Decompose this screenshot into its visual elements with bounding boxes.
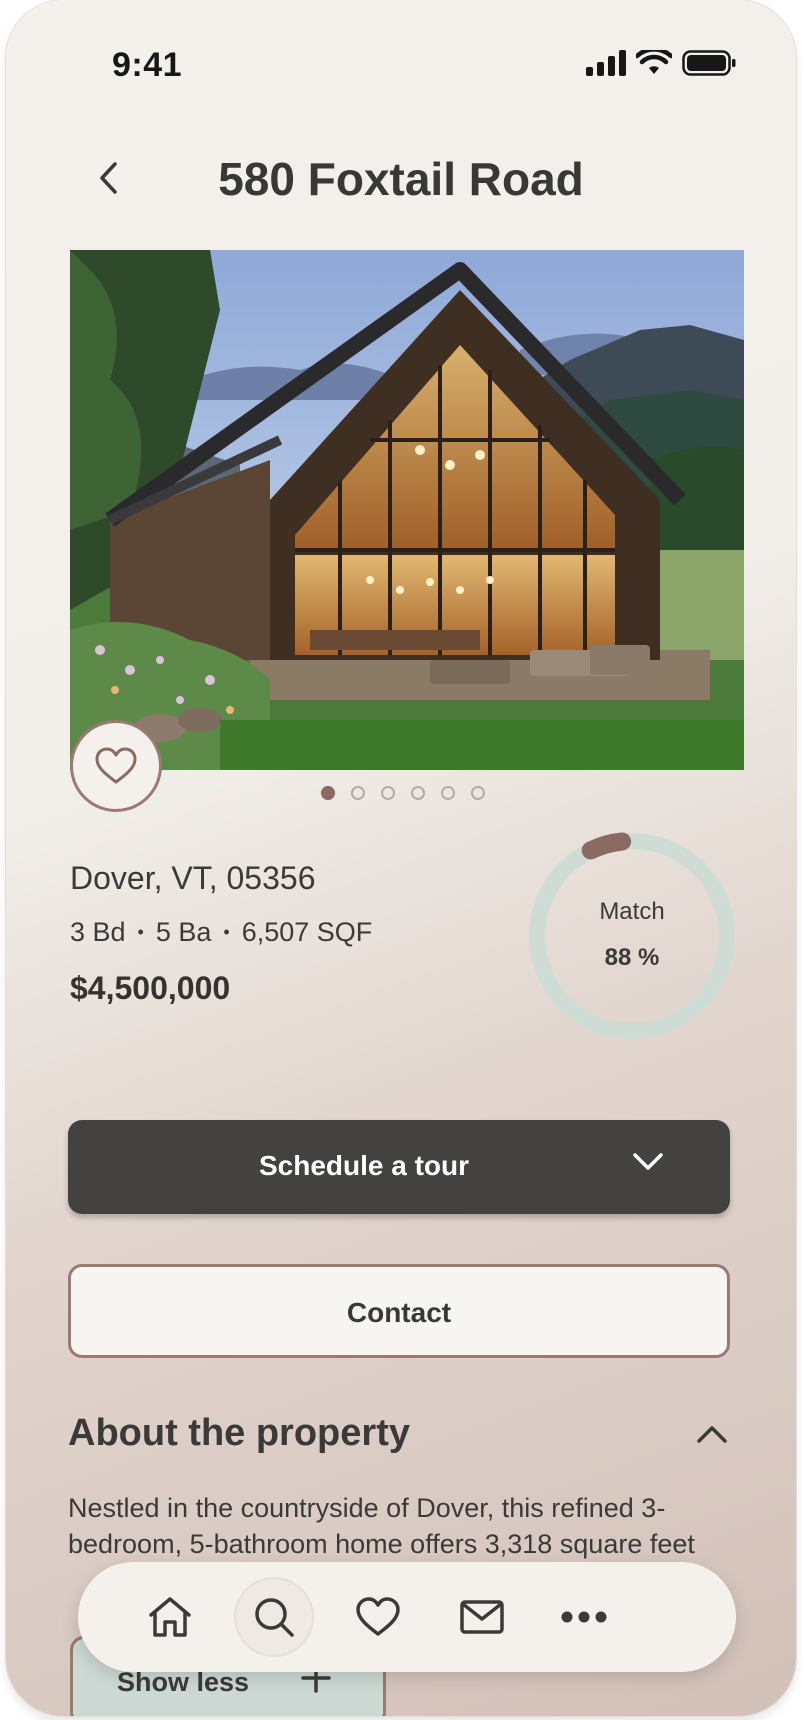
property-image [70, 250, 744, 770]
page-title: 580 Foxtail Road [218, 153, 584, 205]
listing-area: 6,507 SQF [241, 917, 373, 947]
listing-baths: 5 Ba [155, 917, 212, 947]
property-photo[interactable] [70, 250, 744, 770]
phone-screen: 9:41 580 Foxtail Road Dover, VT, 05356 3… [6, 0, 796, 1716]
match-gap-indicator [581, 832, 632, 860]
contact-label: Contact [346, 1297, 452, 1328]
listing-location: Dover, VT, 05356 [70, 860, 316, 896]
about-heading: About the property [68, 1412, 410, 1454]
photo-pagination [6, 786, 796, 800]
nav-favorites[interactable] [338, 1577, 418, 1657]
home-icon [149, 1597, 191, 1637]
nav-more[interactable] [544, 1577, 624, 1657]
match-score: Match 88 % [526, 830, 738, 1042]
listing-info: Dover, VT, 05356 3 Bd • 5 Ba • 6,507 SQF… [70, 860, 372, 1007]
match-label: Match [599, 898, 665, 925]
schedule-tour-label: Schedule a tour [258, 1150, 470, 1181]
status-time: 9:41 [112, 46, 183, 84]
spec-separator: • [137, 922, 144, 942]
pagination-dot[interactable] [441, 786, 455, 800]
nav-search[interactable] [234, 1577, 314, 1657]
page-header: 580 Foxtail Road [6, 150, 796, 210]
nav-home[interactable] [130, 1577, 210, 1657]
pagination-dot[interactable] [411, 786, 425, 800]
chevron-up-icon [697, 1426, 727, 1443]
battery-icon [682, 50, 736, 76]
more-icon [561, 1611, 607, 1623]
mail-icon [460, 1600, 504, 1634]
spec-separator: • [223, 922, 230, 942]
pagination-dot[interactable] [471, 786, 485, 800]
collapse-about-button[interactable] [686, 1412, 738, 1456]
status-icons [586, 50, 736, 76]
status-bar: 9:41 [6, 40, 796, 88]
schedule-tour-button[interactable]: Schedule a tour [68, 1120, 730, 1214]
wifi-icon [636, 50, 672, 74]
match-value: 88 % [604, 944, 660, 971]
chevron-down-icon [633, 1153, 663, 1170]
bottom-nav [78, 1562, 736, 1672]
nav-messages[interactable] [442, 1577, 522, 1657]
pagination-dot[interactable] [351, 786, 365, 800]
heart-icon [95, 747, 137, 784]
search-icon [255, 1598, 294, 1637]
listing-specs: 3 Bd • 5 Ba • 6,507 SQF [70, 917, 372, 948]
contact-button[interactable]: Contact [68, 1264, 730, 1358]
pagination-dot[interactable] [381, 786, 395, 800]
listing-beds: 3 Bd [70, 917, 126, 947]
cellular-signal-icon [586, 50, 626, 76]
pagination-dot[interactable] [321, 786, 335, 800]
heart-icon [356, 1597, 400, 1636]
match-ring [529, 832, 735, 1039]
listing-price: $4,500,000 [70, 970, 231, 1006]
